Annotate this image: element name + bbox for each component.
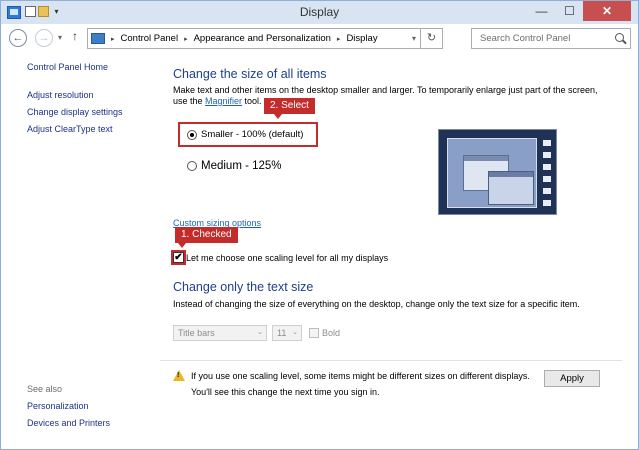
- heading-change-size: Change the size of all items: [173, 67, 327, 81]
- breadcrumb-appearance[interactable]: Appearance and Personalization: [194, 33, 331, 44]
- radio-medium[interactable]: [187, 161, 197, 171]
- option-medium[interactable]: Medium - 125%: [187, 160, 282, 172]
- callout-select: 2. Select: [264, 98, 315, 119]
- size-description: Make text and other items on the desktop…: [173, 85, 603, 107]
- refresh-button[interactable]: ↻: [420, 29, 442, 48]
- breadcrumb-display[interactable]: Display: [346, 33, 377, 44]
- bold-checkbox[interactable]: [309, 328, 319, 338]
- divider: [160, 360, 622, 361]
- text-item-select-value: Title bars: [178, 328, 215, 338]
- preview-taskbar-icon: [543, 188, 551, 194]
- preview-window-front: [488, 171, 534, 205]
- chevron-down-icon: ⌄: [257, 329, 263, 336]
- recent-locations-chevron-icon[interactable]: ▾: [58, 33, 62, 42]
- apply-button[interactable]: Apply: [544, 370, 600, 387]
- callout-checked: 1. Checked: [175, 227, 238, 248]
- option-medium-label: Medium - 125%: [201, 160, 282, 172]
- sidebar-change-display-settings[interactable]: Change display settings: [27, 107, 123, 117]
- option-smaller-label: Smaller - 100% (default): [201, 129, 304, 140]
- breadcrumb-separator-icon[interactable]: ▸: [111, 35, 115, 43]
- text-size-select-value: 11: [277, 328, 287, 338]
- preview-taskbar-icon: [543, 164, 551, 170]
- breadcrumb-separator-icon[interactable]: ▸: [337, 35, 341, 43]
- sidebar-adjust-resolution[interactable]: Adjust resolution: [27, 90, 94, 100]
- breadcrumb-separator-icon[interactable]: ▸: [184, 35, 188, 43]
- text-size-description: Instead of changing the size of everythi…: [173, 299, 580, 309]
- text-size-select[interactable]: 11 ⌄: [272, 325, 302, 341]
- search-icon[interactable]: [615, 33, 624, 42]
- preview-taskbar-icon: [543, 140, 551, 146]
- see-also-label: See also: [27, 384, 63, 394]
- preview-taskbar-icon: [543, 176, 551, 182]
- warning-mark: !: [177, 372, 180, 379]
- close-button[interactable]: ✕: [583, 1, 631, 21]
- preview-taskbar-icon: [543, 152, 551, 158]
- sidebar-devices-printers[interactable]: Devices and Printers: [27, 418, 110, 428]
- breadcrumb-control-panel[interactable]: Control Panel: [121, 33, 179, 44]
- title-bar: ▾ Display — ☐ ✕: [0, 0, 639, 24]
- option-smaller[interactable]: Smaller - 100% (default): [187, 129, 303, 140]
- sidebar-control-panel-home[interactable]: Control Panel Home: [27, 62, 108, 72]
- radio-smaller[interactable]: [187, 129, 197, 140]
- back-button[interactable]: ←: [9, 29, 27, 47]
- sidebar-personalization[interactable]: Personalization: [27, 401, 89, 411]
- chevron-down-icon: ⌄: [292, 329, 298, 336]
- forward-button[interactable]: →: [35, 29, 53, 47]
- navigation-bar: ← → ▾ ↑ ▸ Control Panel ▸ Appearance and…: [0, 24, 639, 52]
- address-history-chevron-icon[interactable]: ▾: [412, 34, 416, 43]
- sidebar-adjust-cleartype[interactable]: Adjust ClearType text: [27, 124, 113, 134]
- size-description-tail: tool.: [242, 96, 262, 106]
- control-panel-icon: [91, 33, 105, 44]
- heading-change-text-size: Change only the text size: [173, 280, 314, 294]
- up-button[interactable]: ↑: [72, 29, 78, 43]
- search-input[interactable]: [472, 29, 612, 48]
- search-box[interactable]: [471, 28, 631, 49]
- one-scaling-level-label[interactable]: Let me choose one scaling level for all …: [186, 253, 388, 263]
- preview-taskbar-icon: [543, 200, 551, 206]
- vertical-scrollbar[interactable]: [630, 52, 638, 449]
- bold-label: Bold: [322, 328, 341, 338]
- warning-text-line1: If you use one scaling level, some items…: [191, 371, 530, 381]
- preview-desktop: [447, 138, 537, 208]
- address-bar[interactable]: ▸ Control Panel ▸ Appearance and Persona…: [87, 28, 443, 49]
- maximize-button[interactable]: ☐: [556, 1, 583, 21]
- one-scaling-level-checkbox[interactable]: ✔: [173, 252, 184, 263]
- magnifier-link[interactable]: Magnifier: [205, 96, 242, 106]
- minimize-button[interactable]: —: [527, 1, 556, 21]
- warning-text-line2: You'll see this change the next time you…: [191, 387, 380, 397]
- text-item-select[interactable]: Title bars ⌄: [173, 325, 267, 341]
- display-preview-image: [438, 129, 557, 215]
